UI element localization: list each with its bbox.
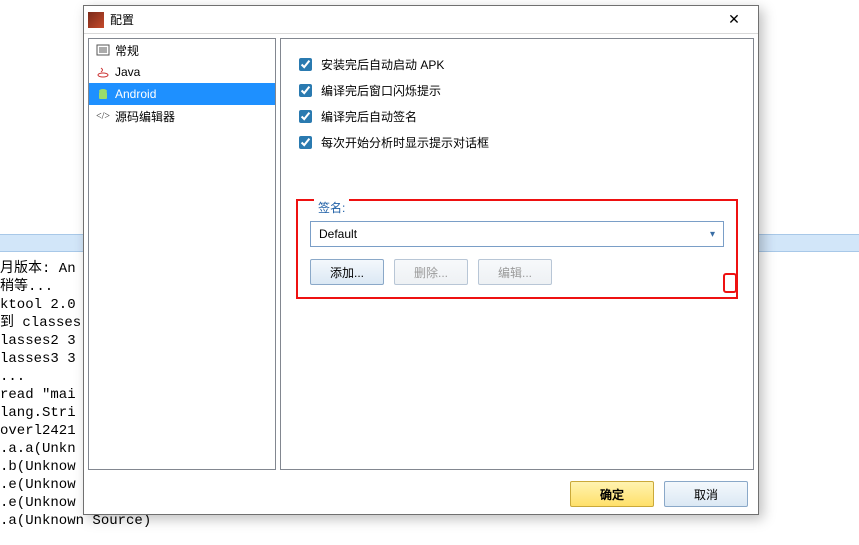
- signature-group: 签名: Default ▾ 添加... 删除... 编辑...: [296, 199, 738, 299]
- category-tree[interactable]: 常规 Java Android </> 源码编辑器: [88, 38, 276, 470]
- cancel-button[interactable]: 取消: [664, 481, 748, 507]
- ok-button[interactable]: 确定: [570, 481, 654, 507]
- tree-item-android[interactable]: Android: [89, 83, 275, 105]
- tree-item-editor[interactable]: </> 源码编辑器: [89, 105, 275, 127]
- signature-combo[interactable]: Default ▾: [310, 221, 724, 247]
- java-icon: [95, 64, 111, 80]
- chk-auto-start-apk[interactable]: [299, 58, 312, 71]
- chk-auto-sign[interactable]: [299, 110, 312, 123]
- tree-item-java[interactable]: Java: [89, 61, 275, 83]
- tree-item-general[interactable]: 常规: [89, 39, 275, 61]
- chk-label: 安装完后自动启动 APK: [321, 56, 444, 73]
- add-button[interactable]: 添加...: [310, 259, 384, 285]
- code-editor-icon: </>: [95, 108, 111, 124]
- chk-show-hint-dialog[interactable]: [299, 136, 312, 149]
- chk-label: 编译完后自动签名: [321, 108, 417, 125]
- config-dialog: 配置 ✕ 常规 Java Android: [83, 5, 759, 515]
- tree-item-label: Java: [115, 65, 140, 79]
- tree-item-label: 源码编辑器: [115, 108, 175, 125]
- chk-label: 每次开始分析时显示提示对话框: [321, 134, 489, 151]
- settings-panel: 安装完后自动启动 APK 编译完后窗口闪烁提示 编译完后自动签名 每次开始分析时…: [280, 38, 754, 470]
- signature-legend: 签名:: [314, 199, 349, 216]
- delete-button[interactable]: 删除...: [394, 259, 468, 285]
- titlebar: 配置 ✕: [84, 6, 758, 34]
- android-icon: [95, 86, 111, 102]
- edit-button[interactable]: 编辑...: [478, 259, 552, 285]
- chevron-down-icon: ▾: [710, 229, 715, 240]
- combo-value: Default: [319, 227, 357, 241]
- chk-label: 编译完后窗口闪烁提示: [321, 82, 441, 99]
- app-icon: [88, 12, 104, 28]
- close-button[interactable]: ✕: [714, 7, 754, 33]
- annotation-small-box: [723, 273, 737, 293]
- dialog-title: 配置: [110, 11, 714, 28]
- tree-item-label: 常规: [115, 42, 139, 59]
- tree-item-label: Android: [115, 87, 156, 101]
- general-icon: [95, 42, 111, 58]
- dialog-footer: 确定 取消: [84, 474, 758, 514]
- chk-flash-after-compile[interactable]: [299, 84, 312, 97]
